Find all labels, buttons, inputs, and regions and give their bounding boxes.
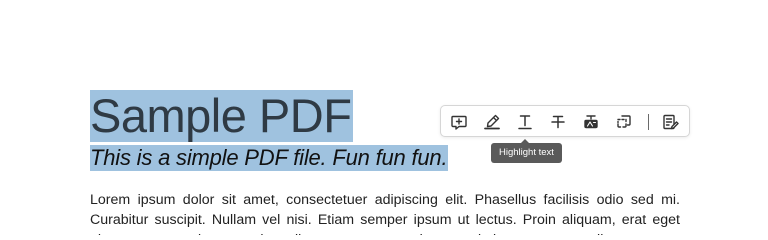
toolbar-divider: [648, 114, 649, 130]
pdf-page: Sample PDF This is a simple PDF file. Fu…: [0, 0, 768, 235]
document-subtitle[interactable]: This is a simple PDF file. Fun fun fun.: [90, 145, 449, 171]
document-body: Lorem ipsum dolor sit amet, consectetuer…: [90, 190, 680, 235]
copy-text-icon: [617, 115, 631, 128]
add-comment-icon: [451, 115, 467, 130]
add-comment-button[interactable]: [448, 111, 470, 133]
copy-text-button[interactable]: [613, 111, 635, 133]
replace-text-icon: [584, 115, 598, 129]
more-options-button[interactable]: [659, 111, 681, 133]
highlight-text-button[interactable]: [481, 111, 503, 133]
body-paragraph[interactable]: Lorem ipsum dolor sit amet, consectetuer…: [90, 190, 680, 235]
strikethrough-text-icon: [551, 115, 565, 129]
more-options-icon: [663, 114, 679, 130]
text-selection-toolbar: [440, 105, 690, 137]
highlight-text-tooltip: Highlight text: [491, 139, 562, 163]
document-title[interactable]: Sample PDF: [90, 90, 354, 142]
underline-text-icon: [518, 115, 532, 130]
underline-text-button[interactable]: [514, 111, 536, 133]
strikethrough-text-button[interactable]: [547, 111, 569, 133]
replace-text-button[interactable]: [580, 111, 602, 133]
highlight-pen-icon: [484, 114, 500, 130]
